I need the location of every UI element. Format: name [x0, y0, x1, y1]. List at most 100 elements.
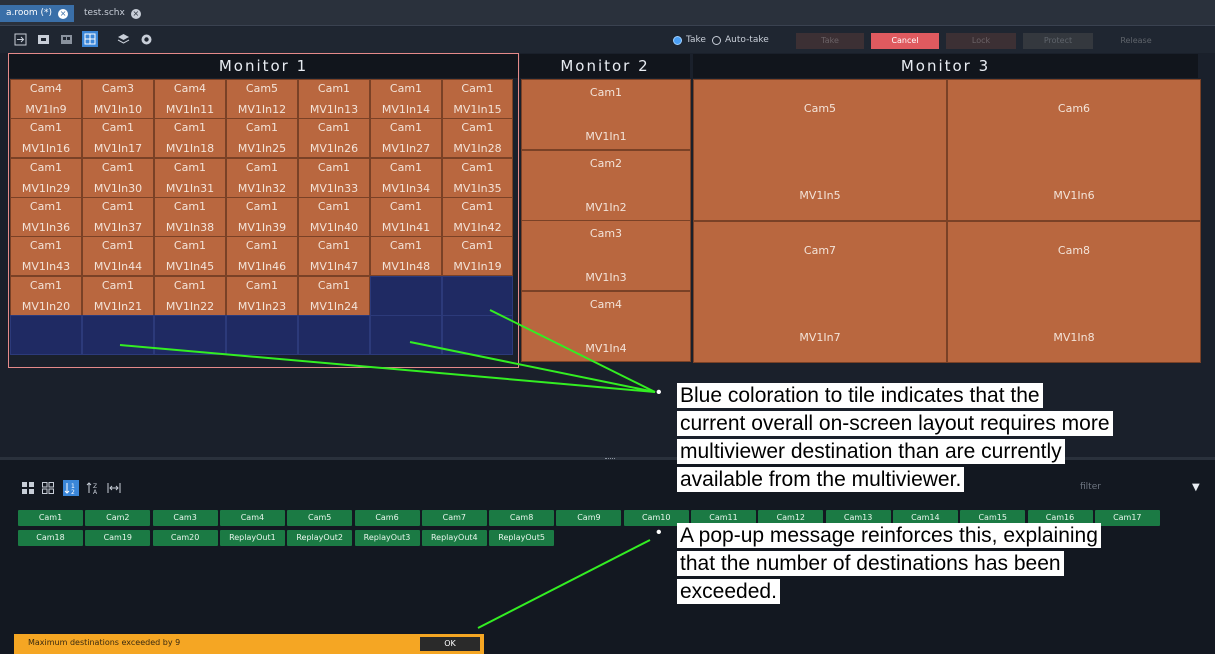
protect-button[interactable]: Protect	[1023, 33, 1093, 49]
source-button[interactable]: Cam4	[219, 510, 285, 526]
monitor-tile[interactable]	[82, 315, 154, 355]
monitor-tile[interactable]	[442, 276, 513, 316]
monitor-tile[interactable]	[442, 315, 513, 355]
monitor-tile[interactable]: Cam1 MV1In36	[10, 197, 82, 237]
monitor-tile[interactable]: Cam1 MV1In32	[226, 158, 298, 198]
monitor-tile[interactable]: Cam8 MV1In8	[947, 221, 1201, 363]
export-icon[interactable]	[14, 33, 27, 46]
monitor-tile[interactable]: Cam1 MV1In30	[82, 158, 154, 198]
take-radio[interactable]: Take	[673, 35, 706, 45]
source-button[interactable]: Cam20	[152, 530, 218, 546]
monitor-tile[interactable]: Cam1 MV1In15	[442, 79, 513, 119]
monitor-tile[interactable]: Cam1 MV1In22	[154, 276, 226, 316]
layout-icon[interactable]	[60, 33, 73, 46]
source-button[interactable]: Cam7	[421, 510, 487, 526]
monitor-tile[interactable]: Cam1 MV1In33	[298, 158, 370, 198]
monitor-tile[interactable]: Cam1 MV1In44	[82, 236, 154, 276]
tab-test[interactable]: test.schx ×	[78, 5, 147, 22]
monitor-tile[interactable]: Cam1 MV1In16	[10, 118, 82, 158]
grid-small-icon[interactable]	[42, 482, 54, 494]
source-button[interactable]: Cam5	[287, 510, 353, 526]
source-button[interactable]: Cam9	[556, 510, 622, 526]
monitor-tile[interactable]: Cam1 MV1In46	[226, 236, 298, 276]
screen-icon[interactable]	[37, 33, 50, 46]
monitor-tile[interactable]: Cam1 MV1In21	[82, 276, 154, 316]
monitor-tile[interactable]: Cam1 MV1In31	[154, 158, 226, 198]
filter-dropdown-icon[interactable]: ▼	[1192, 482, 1200, 493]
monitor-tile[interactable]: Cam1 MV1In19	[442, 236, 513, 276]
monitor-tile[interactable]: Cam1 MV1In37	[82, 197, 154, 237]
camera-icon[interactable]	[140, 33, 153, 46]
close-icon[interactable]: ×	[58, 8, 69, 19]
monitor-tile[interactable]: Cam1 MV1In47	[298, 236, 370, 276]
ok-button[interactable]: OK	[420, 637, 480, 651]
monitor-tile[interactable]: Cam1 MV1In14	[370, 79, 442, 119]
source-button[interactable]: ReplayOut2	[287, 530, 353, 546]
source-button[interactable]: ReplayOut1	[219, 530, 285, 546]
layers-icon[interactable]	[117, 33, 130, 46]
monitor-tile[interactable]: Cam1 MV1In48	[370, 236, 442, 276]
auto-take-radio[interactable]: Auto-take	[712, 35, 769, 45]
monitor-tile[interactable]: Cam5 MV1In5	[693, 79, 947, 221]
monitor-tile[interactable]: Cam1 MV1In45	[154, 236, 226, 276]
sort-desc-icon[interactable]: ZA	[86, 481, 100, 495]
monitor-tile[interactable]: Cam5 MV1In12	[226, 79, 298, 119]
monitor-tile[interactable]	[226, 315, 298, 355]
take-button[interactable]: Take	[796, 33, 864, 49]
monitor-tile[interactable]: Cam1 MV1In23	[226, 276, 298, 316]
monitor-tile[interactable]: Cam1 MV1In29	[10, 158, 82, 198]
source-button[interactable]: Cam6	[354, 510, 420, 526]
monitor-tile[interactable]: Cam1 MV1In34	[370, 158, 442, 198]
monitor-tile[interactable]	[298, 315, 370, 355]
source-button[interactable]: Cam3	[152, 510, 218, 526]
monitor-tile[interactable]	[370, 276, 442, 316]
source-button[interactable]: ReplayOut3	[354, 530, 420, 546]
monitor-tile[interactable]: Cam6 MV1In6	[947, 79, 1201, 221]
monitor-tile[interactable]: Cam1 MV1In26	[298, 118, 370, 158]
source-button[interactable]: Cam8	[489, 510, 555, 526]
monitor-tile[interactable]	[370, 315, 442, 355]
grid-large-icon[interactable]	[22, 482, 34, 494]
monitor-tile[interactable]: Cam4 MV1In4	[521, 291, 691, 362]
source-button[interactable]: ReplayOut4	[421, 530, 487, 546]
source-button[interactable]: Cam2	[85, 510, 151, 526]
monitor-tile[interactable]: Cam1 MV1In35	[442, 158, 513, 198]
monitor-tile[interactable]: Cam1 MV1In27	[370, 118, 442, 158]
monitor-tile[interactable]: Cam1 MV1In42	[442, 197, 513, 237]
monitor-tile[interactable]: Cam1 MV1In20	[10, 276, 82, 316]
source-button[interactable]: Cam18	[18, 530, 83, 546]
monitor-tile[interactable]: Cam1 MV1In25	[226, 118, 298, 158]
source-button[interactable]: ReplayOut5	[489, 530, 555, 546]
monitor-tile[interactable]	[154, 315, 226, 355]
monitor-tile[interactable]: Cam1 MV1In17	[82, 118, 154, 158]
monitor-tile[interactable]: Cam1 MV1In41	[370, 197, 442, 237]
monitor-tile[interactable]: Cam1 MV1In38	[154, 197, 226, 237]
monitor-tile[interactable]: Cam7 MV1In7	[693, 221, 947, 363]
monitor-tile[interactable]: Cam1 MV1In13	[298, 79, 370, 119]
source-button[interactable]: Cam1	[18, 510, 83, 526]
source-button[interactable]: Cam17	[1094, 510, 1160, 526]
monitor-tile[interactable]: Cam1 MV1In28	[442, 118, 513, 158]
monitor-tile[interactable]	[10, 315, 82, 355]
monitor-tile[interactable]: Cam4 MV1In9	[10, 79, 82, 119]
fit-icon[interactable]	[107, 482, 121, 494]
cancel-button[interactable]: Cancel	[871, 33, 939, 49]
lock-button[interactable]: Lock	[946, 33, 1016, 49]
filter-input[interactable]: filter	[1080, 482, 1160, 496]
grid-icon[interactable]	[82, 31, 98, 47]
monitor-tile[interactable]: Cam1 MV1In18	[154, 118, 226, 158]
monitor-tile[interactable]: Cam1 MV1In1	[521, 79, 691, 150]
monitor-tile[interactable]: Cam3 MV1In10	[82, 79, 154, 119]
monitor-tile[interactable]: Cam1 MV1In24	[298, 276, 370, 316]
close-icon[interactable]: ×	[130, 8, 141, 19]
monitor-tile[interactable]: Cam2 MV1In2	[521, 150, 691, 221]
monitor-tile[interactable]: Cam1 MV1In40	[298, 197, 370, 237]
monitor-tile[interactable]: Cam3 MV1In3	[521, 220, 691, 291]
release-button[interactable]: Release	[1100, 33, 1172, 49]
sort-asc-icon[interactable]: 12	[63, 480, 79, 496]
source-button[interactable]: Cam19	[85, 530, 151, 546]
tab-room[interactable]: a.room (*) ×	[0, 5, 75, 22]
monitor-tile[interactable]: Cam1 MV1In43	[10, 236, 82, 276]
monitor-tile[interactable]: Cam4 MV1In11	[154, 79, 226, 119]
monitor-tile[interactable]: Cam1 MV1In39	[226, 197, 298, 237]
